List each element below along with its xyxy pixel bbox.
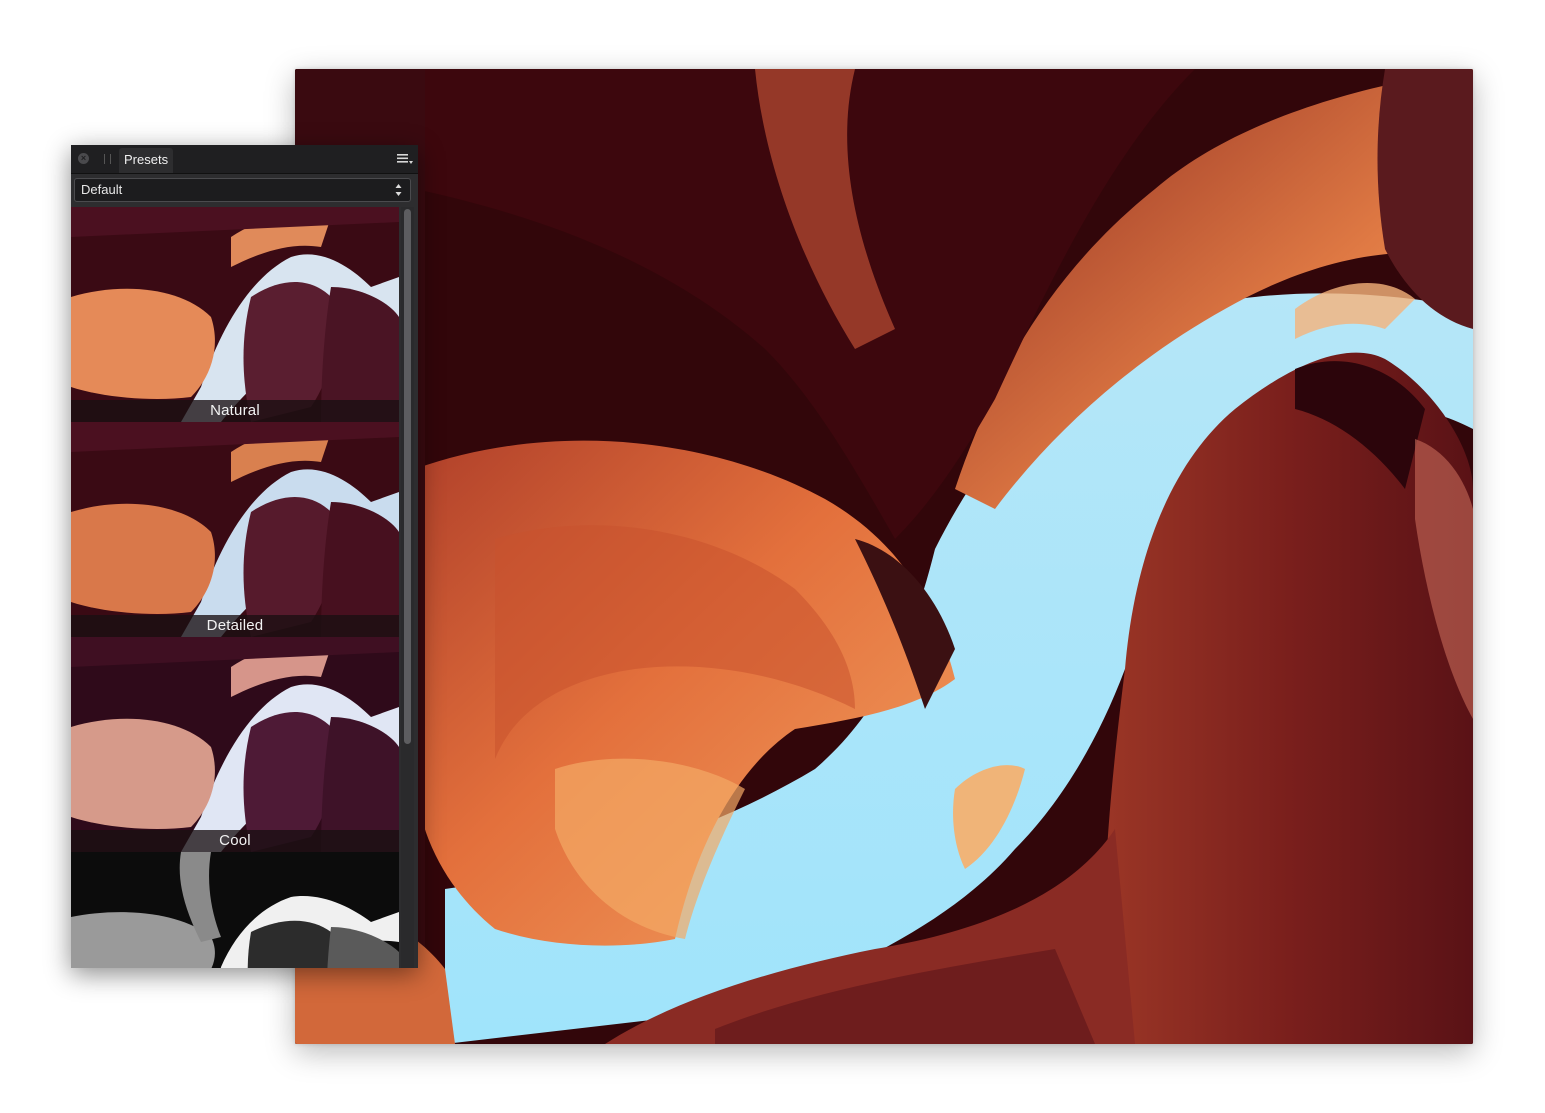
panel-tabbar: × Presets <box>71 145 418 174</box>
presets-panel: × Presets Default Natural Detailed Cool <box>71 145 418 968</box>
canyon-photo <box>295 69 1473 1044</box>
preset-thumbnail <box>71 207 399 422</box>
preset-label: Cool <box>71 830 399 852</box>
preset-item-mono[interactable] <box>71 852 399 968</box>
preset-list: Natural Detailed Cool <box>71 207 399 968</box>
preset-item-natural[interactable]: Natural <box>71 207 399 422</box>
preset-thumbnail <box>71 422 399 637</box>
scrollbar-thumb[interactable] <box>404 209 411 744</box>
updown-arrows-icon <box>395 184 402 196</box>
preset-label: Natural <box>71 400 399 422</box>
preset-label: Detailed <box>71 615 399 637</box>
panel-menu-icon[interactable] <box>397 153 413 165</box>
grip-icon[interactable] <box>104 154 111 164</box>
preset-thumbnail <box>71 637 399 852</box>
preset-item-cool[interactable]: Cool <box>71 637 399 852</box>
tab-presets[interactable]: Presets <box>119 148 174 173</box>
preset-thumbnail <box>71 852 399 968</box>
canyon-photo-artwork <box>295 69 1473 1044</box>
preset-group-value: Default <box>81 182 123 197</box>
preset-group-select[interactable]: Default <box>74 178 411 202</box>
preset-item-detailed[interactable]: Detailed <box>71 422 399 637</box>
close-icon[interactable]: × <box>78 153 89 164</box>
